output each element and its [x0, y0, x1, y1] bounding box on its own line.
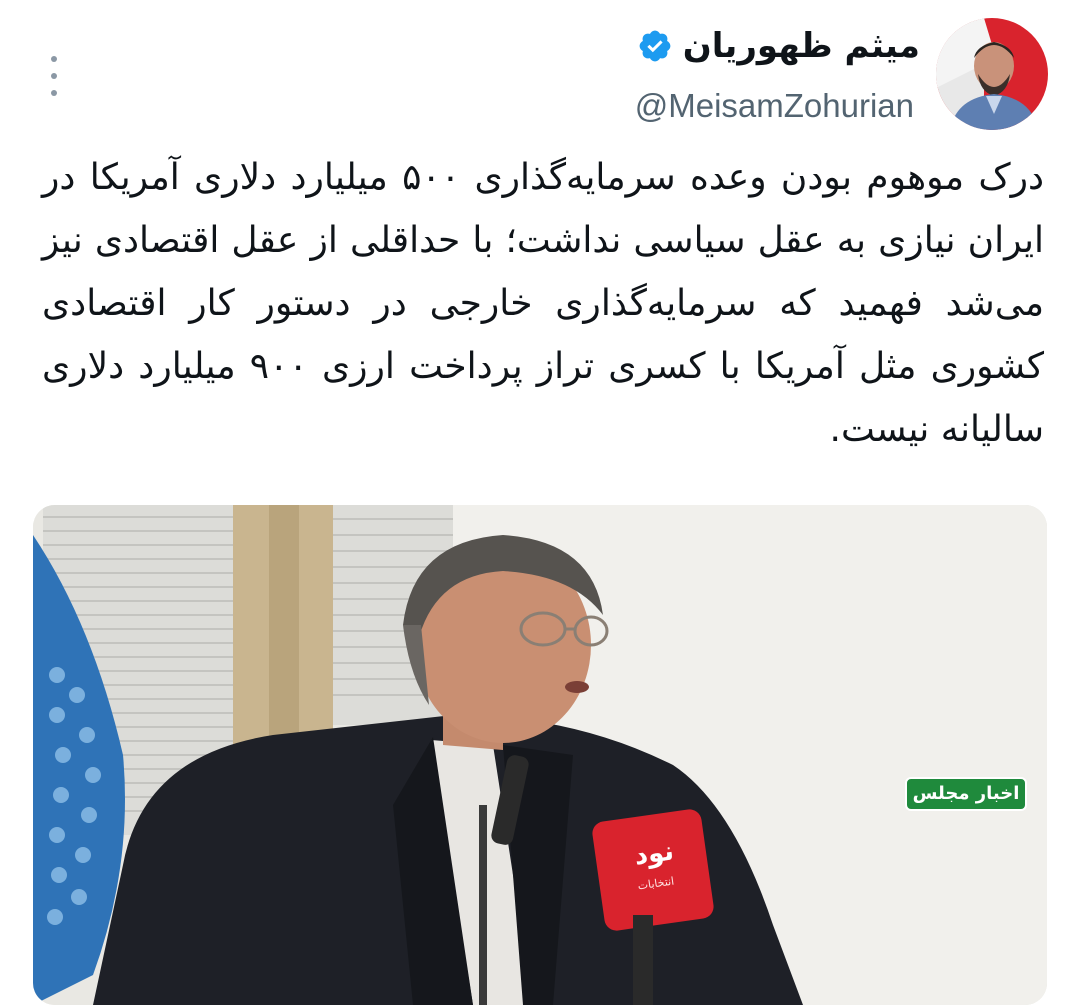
- more-vertical-icon: [51, 56, 57, 62]
- tweet-text: درک موهوم بودن وعده سرمایه‌گذاری ۵۰۰ میل…: [42, 157, 1044, 450]
- video-frame: [33, 505, 1047, 1005]
- author-handle[interactable]: @MeisamZohurian: [635, 84, 914, 128]
- avatar[interactable]: [936, 18, 1048, 130]
- more-vertical-icon-dot-3: [51, 90, 57, 96]
- channel-badge: اخبار مجلس: [905, 777, 1027, 811]
- avatar-image: [936, 18, 1048, 130]
- more-options-button[interactable]: [40, 56, 68, 96]
- verified-badge-icon: [639, 30, 671, 62]
- author-name-row: میثم ظهوریان: [637, 22, 920, 70]
- more-vertical-icon-dot-2: [51, 73, 57, 79]
- author-name[interactable]: میثم ظهوریان: [683, 22, 920, 70]
- tweet-media[interactable]: اخبار مجلس نود انتخابات: [33, 505, 1047, 1005]
